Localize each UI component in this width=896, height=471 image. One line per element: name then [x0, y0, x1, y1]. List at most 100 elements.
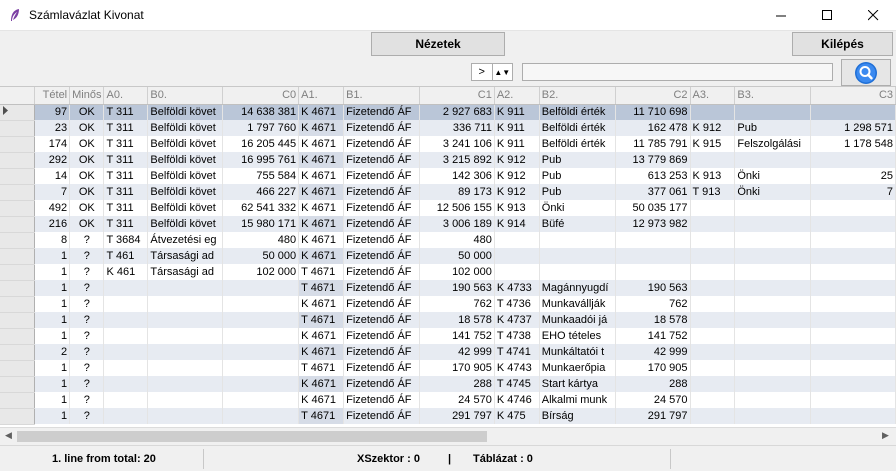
spin-icon[interactable]: ▲▼ [491, 64, 513, 80]
row-header[interactable] [0, 360, 36, 377]
table-row[interactable]: 492 OK T 311 Belföldi követ 62 541 332 K 4671… [0, 200, 896, 217]
table-row[interactable]: 1? K 461 Társasági ad 102 000 T 4671 Fizetend… [0, 264, 896, 281]
table-row[interactable]: 1? T 4671 Fizetendő ÁF 291 797 K 475 Bírság 29… [0, 408, 896, 425]
table-row[interactable]: 23 OK T 311 Belföldi követ 1 797 760 K 4671 Fi… [0, 120, 896, 137]
close-button[interactable] [850, 0, 896, 31]
column-header[interactable]: B2. [539, 87, 616, 105]
table-cell [690, 200, 736, 216]
row-header[interactable] [0, 328, 36, 345]
table-row[interactable]: 97 OK T 311 Belföldi követ 14 638 381 K 4671 F… [0, 104, 896, 121]
table-row[interactable]: 292 OK T 311 Belföldi követ 16 995 761 K 4671… [0, 152, 896, 169]
maximize-button[interactable] [804, 0, 850, 31]
row-header[interactable] [0, 232, 36, 249]
column-header[interactable]: B1. [343, 87, 421, 105]
minimize-button[interactable] [758, 0, 804, 31]
table-row[interactable]: 7 OK T 311 Belföldi követ 466 227 K 4671 Fizet… [0, 184, 896, 201]
table-cell: Munkavállják [539, 296, 616, 312]
column-header[interactable]: C0 [222, 87, 300, 105]
row-header[interactable] [0, 136, 36, 153]
table-cell: 288 [419, 376, 495, 392]
scroll-right-icon[interactable]: ▶ [882, 430, 889, 441]
table-cell: 23 [34, 120, 71, 136]
column-header[interactable]: A2. [494, 87, 540, 105]
row-header[interactable] [0, 248, 36, 265]
row-header[interactable] [0, 280, 36, 297]
row-header[interactable] [0, 216, 36, 233]
table-cell: 174 [34, 136, 71, 152]
table-cell: Átvezetési eg [147, 232, 224, 248]
search-input[interactable] [522, 63, 833, 81]
table-cell: Pub [539, 168, 616, 184]
row-header[interactable] [0, 184, 36, 201]
column-header[interactable]: B0. [147, 87, 224, 105]
table-cell [690, 408, 736, 424]
row-header[interactable] [0, 200, 36, 217]
table-cell [810, 152, 896, 168]
table-cell: Fizetendő ÁF [343, 264, 421, 280]
nav-arrow-button[interactable]: > [472, 64, 492, 80]
scrollbar-thumb[interactable] [17, 431, 487, 442]
table-cell [147, 280, 224, 296]
table-cell: Fizetendő ÁF [343, 328, 421, 344]
column-header[interactable]: A1. [298, 87, 345, 105]
table-row[interactable]: 1? K 4671 Fizetendő ÁF 24 570 K 4746 Alkalmi … [0, 392, 896, 409]
table-cell: K 4733 [494, 280, 540, 296]
table-cell [810, 232, 896, 248]
column-header[interactable]: C2 [615, 87, 691, 105]
table-row[interactable]: 1? K 4671 Fizetendő ÁF 288 T 4745 Start kárty… [0, 376, 896, 393]
table-row[interactable]: 2? K 4671 Fizetendő ÁF 42 999 T 4741 Munkálta… [0, 344, 896, 361]
table-row[interactable]: 174 OK T 311 Belföldi követ 16 205 445 K 4671… [0, 136, 896, 153]
horizontal-scrollbar[interactable]: ◀ ▶ [0, 427, 896, 444]
search-button[interactable] [841, 59, 891, 86]
table-row[interactable]: 216 OK T 311 Belföldi követ 15 980 171 K 4671… [0, 216, 896, 233]
table-cell: K 912 [494, 184, 540, 200]
row-header[interactable] [0, 168, 36, 185]
table-row[interactable]: 1? T 4671 Fizetendő ÁF 170 905 K 4743 Munkaer… [0, 360, 896, 377]
status-divider [203, 449, 204, 469]
table-cell [690, 296, 736, 312]
column-header[interactable]: Tétel [34, 87, 71, 105]
views-button[interactable]: Nézetek [371, 32, 505, 56]
row-header[interactable] [0, 264, 36, 281]
table-cell: K 913 [494, 200, 540, 216]
data-grid[interactable]: Tétel Minős A0. B0. C0 A1. B1. C1 A2. B2. C2 A3. B3.… [0, 87, 896, 427]
row-header[interactable] [0, 392, 36, 409]
table-cell [103, 280, 149, 296]
table-cell: K 475 [494, 408, 540, 424]
table-row[interactable]: 1? T 461 Társasági ad 50 000 K 4671 Fizetendő… [0, 248, 896, 265]
table-row[interactable]: 1? K 4671 Fizetendő ÁF 141 752 T 4738 EHO tét… [0, 328, 896, 345]
table-cell: T 4741 [494, 344, 540, 360]
table-cell: Fizetendő ÁF [343, 232, 421, 248]
table-cell: ? [69, 360, 105, 376]
column-header[interactable]: Minős [69, 87, 105, 105]
table-cell [690, 312, 736, 328]
table-cell [147, 392, 224, 408]
row-header[interactable] [0, 296, 36, 313]
table-cell: 291 797 [615, 408, 691, 424]
column-header[interactable]: C1 [419, 87, 495, 105]
scroll-left-icon[interactable]: ◀ [5, 430, 12, 441]
row-header[interactable] [0, 120, 36, 137]
row-header[interactable] [0, 408, 36, 425]
row-header[interactable] [0, 104, 36, 121]
row-header[interactable] [0, 344, 36, 361]
column-header[interactable]: C3 [810, 87, 896, 105]
navigation-control[interactable]: > ▲▼ [471, 63, 513, 81]
row-header[interactable] [0, 376, 36, 393]
table-row[interactable]: 1? K 4671 Fizetendő ÁF 762 T 4736 Munkaválljá… [0, 296, 896, 313]
table-cell [222, 296, 300, 312]
column-header[interactable]: B3. [734, 87, 812, 105]
row-header[interactable] [0, 312, 36, 329]
table-row[interactable]: 1? T 4671 Fizetendő ÁF 190 563 K 4733 Magánny… [0, 280, 896, 297]
table-row[interactable]: 14 OK T 311 Belföldi követ 755 584 K 4671 Fize… [0, 168, 896, 185]
table-row[interactable]: 1? T 4671 Fizetendő ÁF 18 578 K 4737 Munkaadó… [0, 312, 896, 329]
exit-button[interactable]: Kilépés [792, 32, 893, 56]
table-cell [810, 376, 896, 392]
table-row[interactable]: 8? T 3684 Átvezetési eg 480 K 4671 Fizetendő … [0, 232, 896, 249]
table-cell: K 911 [494, 136, 540, 152]
table-cell: Belföldi követ [147, 104, 224, 120]
column-header[interactable]: A0. [103, 87, 149, 105]
table-cell: T 4745 [494, 376, 540, 392]
column-header[interactable]: A3. [690, 87, 736, 105]
row-header[interactable] [0, 152, 36, 169]
